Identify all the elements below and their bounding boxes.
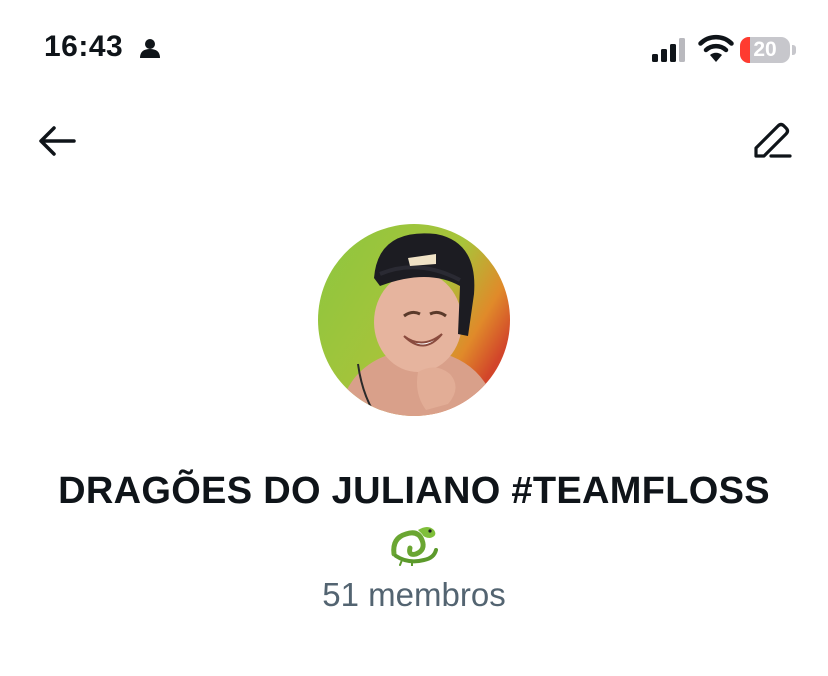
group-avatar[interactable] [318, 224, 510, 416]
avatar-photo [318, 224, 510, 416]
wifi-icon [698, 34, 734, 62]
status-time: 16:43 [44, 30, 124, 63]
pencil-icon [754, 122, 792, 158]
battery-level: 20 [753, 38, 777, 61]
member-count[interactable]: 51 membros [0, 576, 828, 614]
battery-icon: 20 [740, 37, 790, 63]
arrow-left-icon [39, 126, 76, 156]
group-name: DRAGÕES DO JULIANO #TEAMFLOSS [58, 470, 770, 512]
battery-nub [792, 45, 796, 55]
back-button[interactable] [34, 120, 80, 162]
person-icon [140, 39, 160, 58]
dragon-emoji [388, 520, 440, 567]
signal-icon [652, 38, 685, 62]
status-bar: 16:43 20 [0, 0, 828, 90]
edit-button[interactable] [748, 118, 794, 164]
